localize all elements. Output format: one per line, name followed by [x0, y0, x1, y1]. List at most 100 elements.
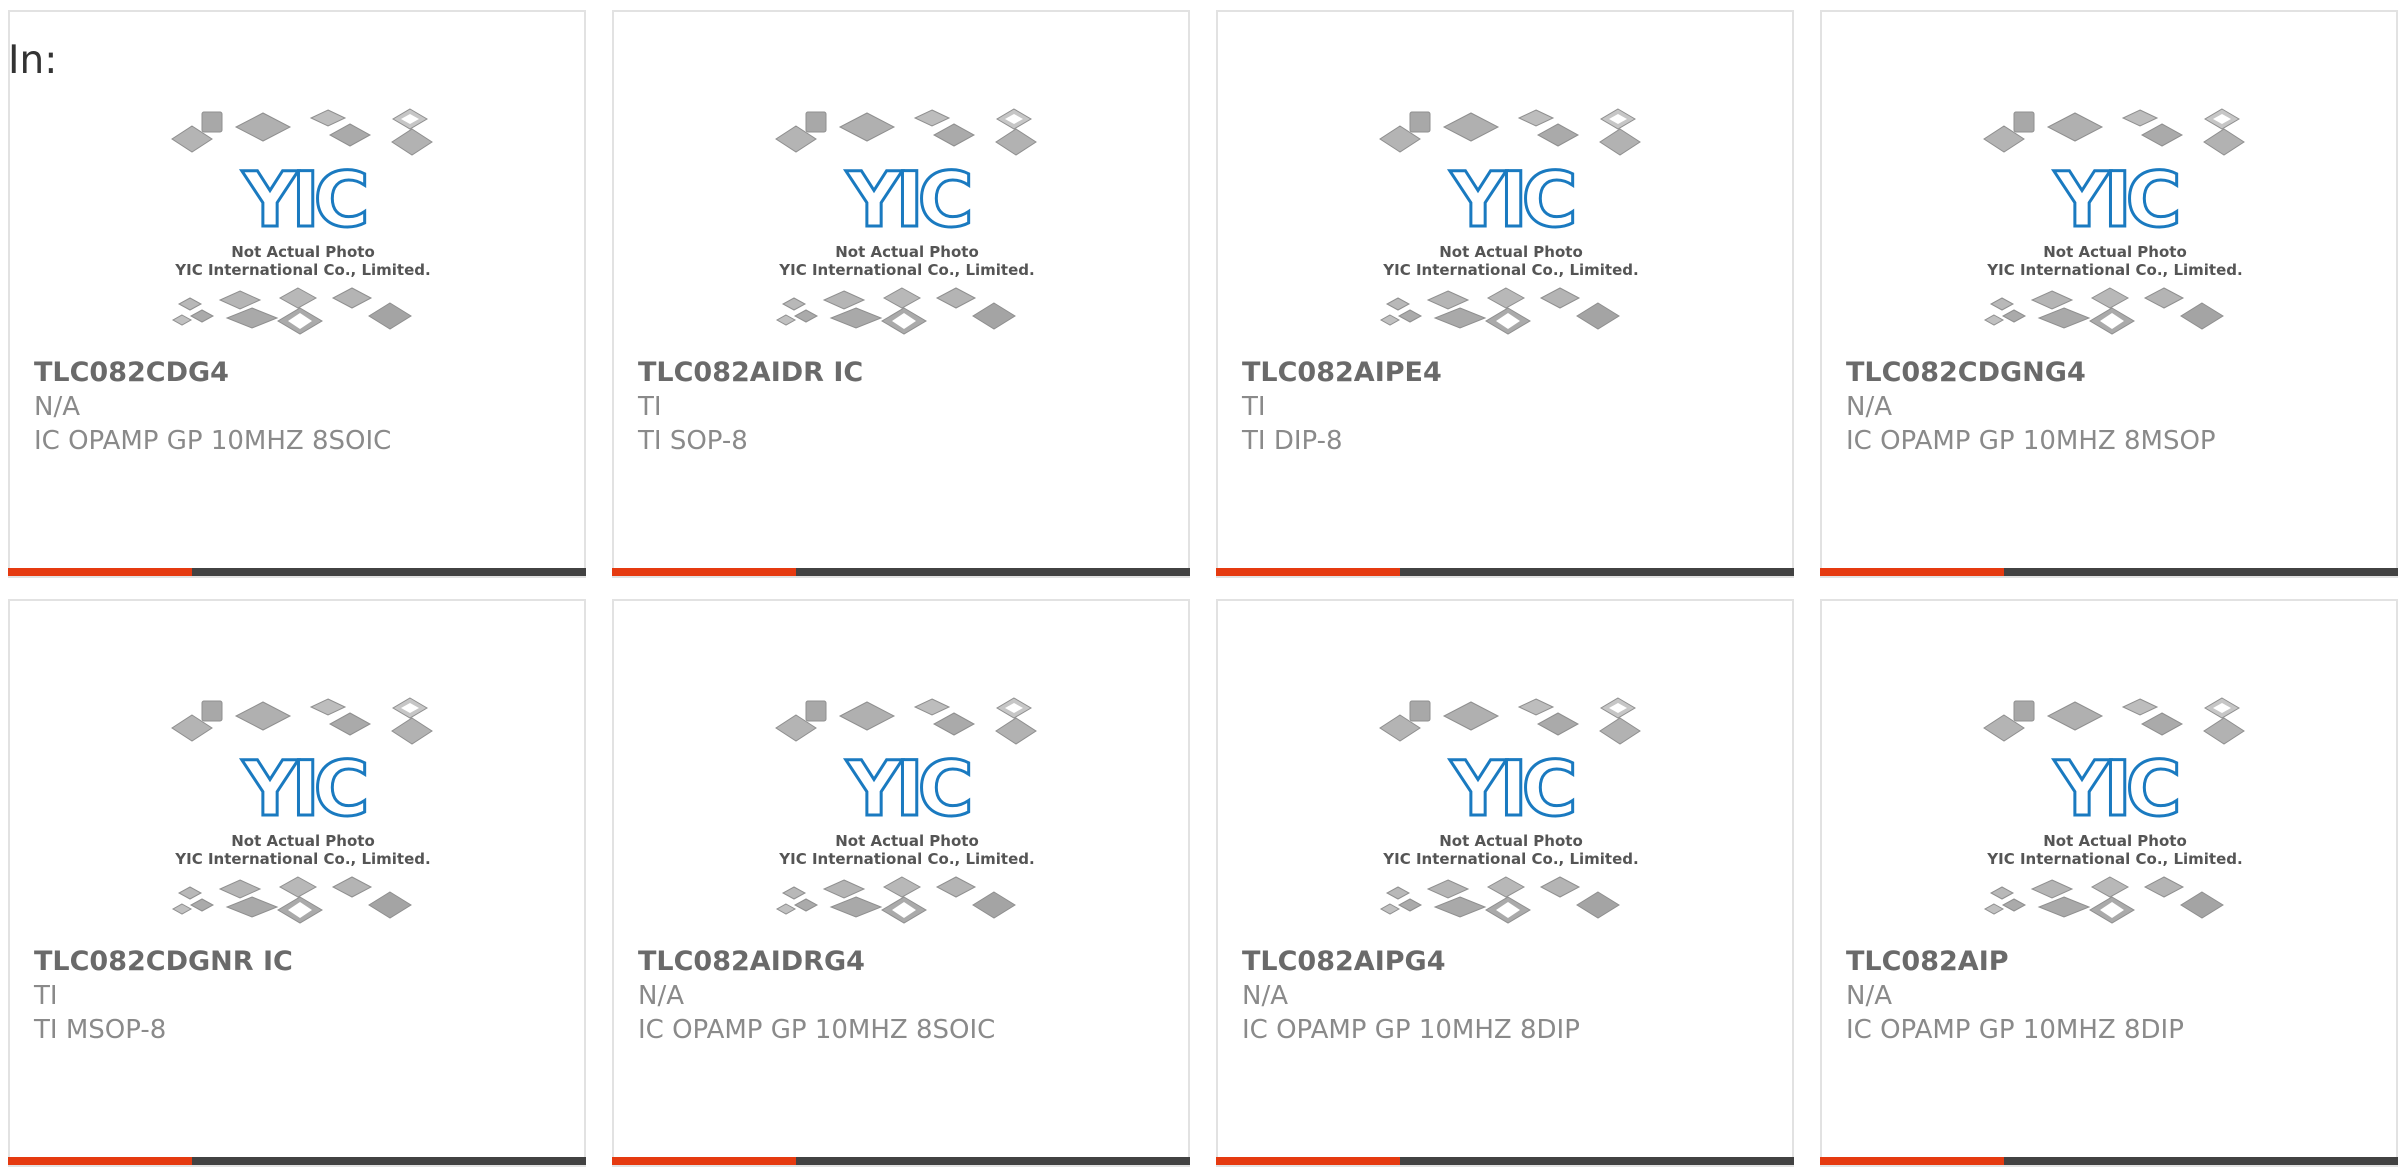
- card-accent-bar: [1820, 1157, 2004, 1165]
- chip-packages-bottom: [1983, 876, 2224, 924]
- product-part-number[interactable]: TLC082AIDRG4: [638, 946, 865, 977]
- card-bottom-bar: [1820, 568, 2398, 576]
- yic-logo: YIC: [240, 154, 372, 246]
- svg-text:YIC: YIC: [845, 155, 968, 244]
- chip-packages-top: [171, 108, 433, 156]
- product-photo-placeholder[interactable]: YIC Not Actual Photo YIC International Co.…: [1376, 102, 1646, 352]
- product-card[interactable]: YIC Not Actual Photo YIC International Co.…: [8, 599, 586, 1167]
- product-manufacturer: N/A: [638, 981, 684, 1011]
- svg-text:Not Actual Photo: Not Actual Photo: [835, 832, 979, 850]
- product-photo-placeholder[interactable]: YIC Not Actual Photo YIC International Co.…: [772, 691, 1042, 941]
- svg-text:Not Actual Photo: Not Actual Photo: [231, 243, 375, 261]
- yic-logo: YIC: [1448, 154, 1580, 246]
- chip-packages-top: [1983, 697, 2245, 745]
- product-manufacturer: TI: [1242, 392, 1266, 422]
- card-bottom-bar: [8, 1157, 586, 1165]
- product-card[interactable]: YIC Not Actual Photo YIC International Co.…: [612, 599, 1190, 1167]
- yic-logo: YIC: [844, 743, 976, 835]
- product-part-number[interactable]: TLC082AIDR IC: [638, 357, 863, 388]
- product-manufacturer: N/A: [1242, 981, 1288, 1011]
- svg-text:YIC International Co., Limited: YIC International Co., Limited.: [174, 850, 430, 868]
- yic-logo: YIC: [1448, 743, 1580, 835]
- product-manufacturer: TI: [34, 981, 58, 1011]
- product-description: IC OPAMP GP 10MHZ 8SOIC: [638, 1015, 996, 1045]
- chip-packages-top: [1379, 108, 1641, 156]
- product-card[interactable]: YIC Not Actual Photo YIC International Co.…: [1216, 599, 1794, 1167]
- product-card[interactable]: YIC Not Actual Photo YIC International Co.…: [612, 10, 1190, 578]
- card-bottom-bar: [1820, 1157, 2398, 1165]
- svg-text:Not Actual Photo: Not Actual Photo: [1439, 832, 1583, 850]
- product-photo-placeholder[interactable]: YIC Not Actual Photo YIC International Co.…: [772, 102, 1042, 352]
- product-photo-placeholder[interactable]: YIC Not Actual Photo YIC International Co.…: [1980, 102, 2250, 352]
- chip-packages-bottom: [1379, 287, 1620, 335]
- product-description: IC OPAMP GP 10MHZ 8DIP: [1846, 1015, 2184, 1045]
- product-card[interactable]: YIC Not Actual Photo YIC International Co.…: [1216, 10, 1794, 578]
- product-card[interactable]: YIC Not Actual Photo YIC International Co.…: [8, 10, 586, 578]
- product-part-number[interactable]: TLC082CDG4: [34, 357, 229, 388]
- svg-text:YIC International Co., Limited: YIC International Co., Limited.: [778, 261, 1034, 279]
- svg-text:Not Actual Photo: Not Actual Photo: [2043, 832, 2187, 850]
- svg-text:Not Actual Photo: Not Actual Photo: [835, 243, 979, 261]
- svg-text:YIC: YIC: [1449, 155, 1572, 244]
- product-photo-placeholder[interactable]: YIC Not Actual Photo YIC International Co.…: [1376, 691, 1646, 941]
- svg-text:Not Actual Photo: Not Actual Photo: [2043, 243, 2187, 261]
- chip-packages-top: [1379, 697, 1641, 745]
- card-bottom-bar: [1216, 568, 1794, 576]
- chip-packages-bottom: [1983, 287, 2224, 335]
- svg-text:YIC: YIC: [2053, 744, 2176, 833]
- card-bottom-bar: [612, 1157, 1190, 1165]
- svg-text:YIC International Co., Limited: YIC International Co., Limited.: [174, 261, 430, 279]
- product-description: TI MSOP-8: [34, 1015, 167, 1045]
- chip-packages-top: [775, 108, 1037, 156]
- card-bottom-bar: [8, 568, 586, 576]
- chip-packages-bottom: [171, 287, 412, 335]
- product-part-number[interactable]: TLC082AIP: [1846, 946, 2009, 977]
- chip-packages-top: [171, 697, 433, 745]
- product-manufacturer: N/A: [1846, 981, 1892, 1011]
- svg-text:YIC International Co., Limited: YIC International Co., Limited.: [1986, 261, 2242, 279]
- svg-text:Not Actual Photo: Not Actual Photo: [231, 832, 375, 850]
- chip-packages-top: [1983, 108, 2245, 156]
- svg-text:Not Actual Photo: Not Actual Photo: [1439, 243, 1583, 261]
- product-part-number[interactable]: TLC082AIPE4: [1242, 357, 1442, 388]
- yic-logo: YIC: [240, 743, 372, 835]
- product-manufacturer: N/A: [1846, 392, 1892, 422]
- svg-text:YIC: YIC: [2053, 155, 2176, 244]
- chip-packages-top: [775, 697, 1037, 745]
- card-accent-bar: [8, 568, 192, 576]
- card-bottom-bar: [612, 568, 1190, 576]
- product-card[interactable]: YIC Not Actual Photo YIC International Co.…: [1820, 10, 2398, 578]
- card-accent-bar: [1216, 568, 1400, 576]
- card-accent-bar: [612, 1157, 796, 1165]
- svg-text:YIC: YIC: [845, 744, 968, 833]
- yic-logo: YIC: [844, 154, 976, 246]
- product-grid: YIC Not Actual Photo YIC International Co.…: [0, 0, 2400, 1167]
- product-part-number[interactable]: TLC082CDGNG4: [1846, 357, 2086, 388]
- card-bottom-bar: [1216, 1157, 1794, 1165]
- product-photo-placeholder[interactable]: YIC Not Actual Photo YIC International Co.…: [168, 102, 438, 352]
- svg-text:YIC: YIC: [241, 744, 364, 833]
- card-accent-bar: [1820, 568, 2004, 576]
- svg-text:YIC International Co., Limited: YIC International Co., Limited.: [1986, 850, 2242, 868]
- svg-text:YIC International Co., Limited: YIC International Co., Limited.: [778, 850, 1034, 868]
- chip-packages-bottom: [1379, 876, 1620, 924]
- product-part-number[interactable]: TLC082AIPG4: [1242, 946, 1445, 977]
- product-description: TI DIP-8: [1242, 426, 1343, 456]
- chip-packages-bottom: [171, 876, 412, 924]
- product-description: IC OPAMP GP 10MHZ 8DIP: [1242, 1015, 1580, 1045]
- svg-text:YIC: YIC: [1449, 744, 1572, 833]
- product-description: IC OPAMP GP 10MHZ 8MSOP: [1846, 426, 2216, 456]
- product-card[interactable]: YIC Not Actual Photo YIC International Co.…: [1820, 599, 2398, 1167]
- chip-packages-bottom: [775, 876, 1016, 924]
- chip-packages-bottom: [775, 287, 1016, 335]
- yic-logo: YIC: [2052, 743, 2184, 835]
- product-photo-placeholder[interactable]: YIC Not Actual Photo YIC International Co.…: [168, 691, 438, 941]
- product-part-number[interactable]: TLC082CDGNR IC: [34, 946, 293, 977]
- svg-text:YIC International Co., Limited: YIC International Co., Limited.: [1382, 850, 1638, 868]
- product-description: IC OPAMP GP 10MHZ 8SOIC: [34, 426, 392, 456]
- card-accent-bar: [1216, 1157, 1400, 1165]
- product-manufacturer: N/A: [34, 392, 80, 422]
- card-accent-bar: [8, 1157, 192, 1165]
- product-photo-placeholder[interactable]: YIC Not Actual Photo YIC International Co.…: [1980, 691, 2250, 941]
- yic-logo: YIC: [2052, 154, 2184, 246]
